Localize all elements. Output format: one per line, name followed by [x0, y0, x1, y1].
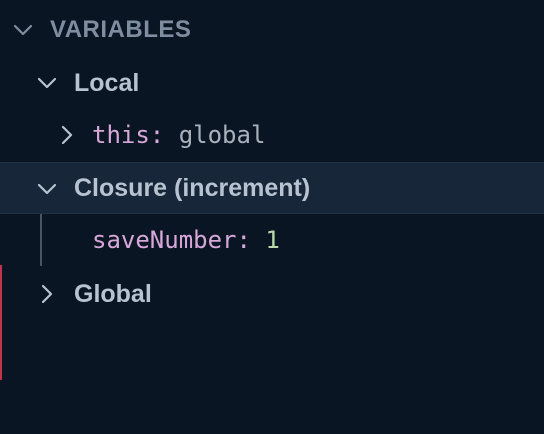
variable-value: global: [178, 121, 266, 149]
scope-local[interactable]: Local: [0, 57, 544, 109]
variable-name: saveNumber: [92, 226, 237, 254]
scope-global[interactable]: Global: [0, 268, 544, 320]
variable-savenumber[interactable]: saveNumber: 1: [0, 214, 544, 266]
chevron-down-icon[interactable]: [36, 72, 58, 94]
chevron-down-icon[interactable]: [12, 19, 34, 41]
scope-global-label: Global: [74, 280, 152, 308]
chevron-down-icon[interactable]: [36, 178, 58, 200]
variable-this[interactable]: this: global: [0, 109, 544, 161]
variable-name: this: [92, 121, 150, 149]
scope-closure-label: Closure (increment): [74, 174, 311, 202]
variables-header-label: VARIABLES: [50, 16, 192, 43]
chevron-right-icon[interactable]: [56, 124, 78, 146]
variables-section-header[interactable]: VARIABLES: [0, 0, 544, 60]
variables-panel: VARIABLES Local this: global Closure (in…: [0, 0, 544, 434]
variable-value: 1: [265, 226, 280, 254]
variable-separator: :: [149, 121, 165, 149]
variable-separator: :: [236, 226, 251, 254]
variable-savenumber-text: saveNumber: 1: [92, 214, 280, 266]
variable-this-text: this: global: [92, 109, 265, 161]
chevron-right-icon[interactable]: [36, 283, 58, 305]
scope-local-label: Local: [74, 69, 140, 97]
scope-closure[interactable]: Closure (increment): [0, 162, 544, 214]
